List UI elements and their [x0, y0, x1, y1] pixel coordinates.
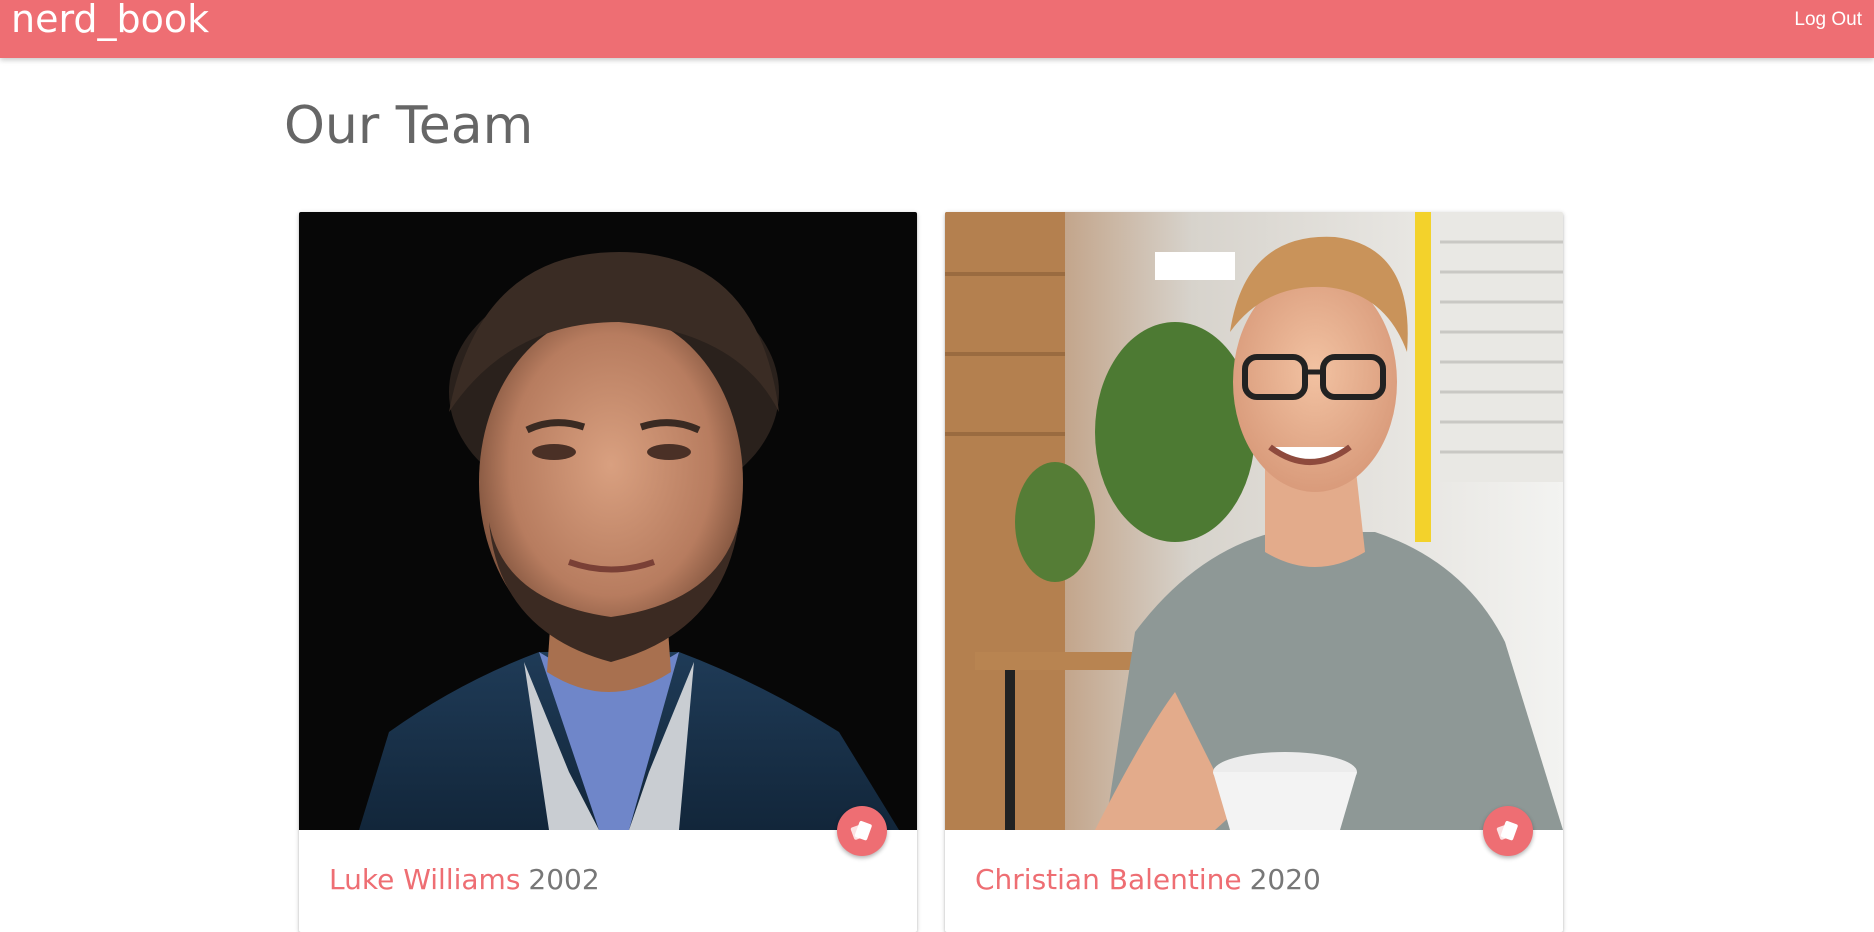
card-action-button[interactable] — [1483, 806, 1533, 856]
brand-logo[interactable]: nerd_book — [11, 0, 209, 40]
top-navbar: nerd_book Log Out — [0, 0, 1874, 58]
card-icon — [1496, 820, 1518, 841]
logout-link[interactable]: Log Out — [1794, 9, 1862, 31]
page-title: Our Team — [284, 96, 534, 156]
team-member-name[interactable]: Luke Williams — [329, 863, 520, 896]
team-member-photo — [299, 212, 917, 830]
team-member-photo — [945, 212, 1563, 830]
team-member-name[interactable]: Christian Balentine — [975, 863, 1242, 896]
card-action-button[interactable] — [837, 806, 887, 856]
team-member-year: 2020 — [1249, 863, 1321, 896]
team-member-year: 2002 — [528, 863, 600, 896]
team-member-info: Luke Williams 2002 — [329, 862, 600, 898]
card-icon — [850, 820, 872, 841]
team-member-info: Christian Balentine 2020 — [975, 862, 1321, 898]
team-card: Christian Balentine 2020 — [945, 212, 1563, 932]
team-card: Luke Williams 2002 — [299, 212, 917, 932]
